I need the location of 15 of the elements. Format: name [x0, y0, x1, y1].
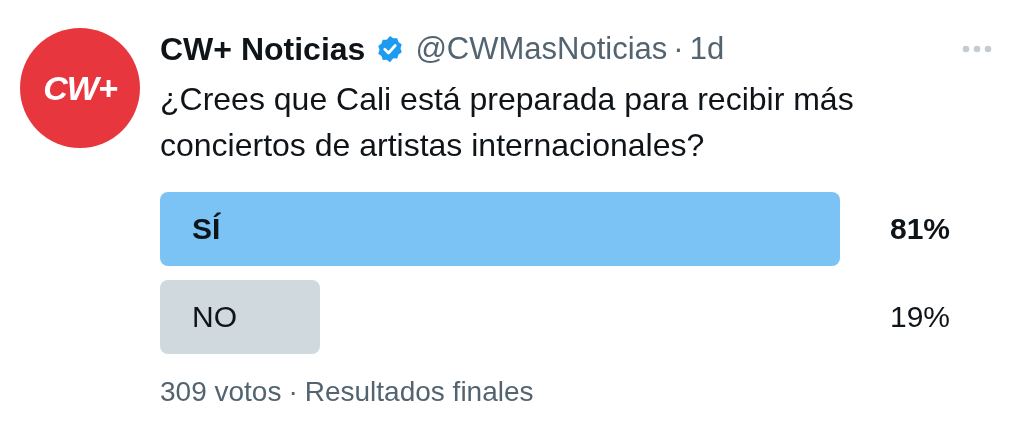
poll-option-label: NO [192, 300, 237, 334]
separator-dot: · [288, 376, 298, 408]
author-handle[interactable]: @CWMasNoticias [415, 31, 668, 67]
separator-dot: · [673, 31, 684, 67]
avatar[interactable]: CW+ [20, 28, 140, 148]
poll-status: Resultados finales [304, 376, 534, 408]
vote-count: 309 votos [160, 376, 282, 408]
poll-percentage: 19% [890, 300, 951, 334]
author-name[interactable]: CW+ Noticias [160, 30, 366, 68]
post-time[interactable]: 1d [689, 31, 725, 67]
more-options-icon[interactable] [962, 45, 992, 53]
poll-option-label: SÍ [192, 212, 221, 246]
post-text: ¿Crees que Cali está preparada para recibir más conciertos de artistas internacionales? [160, 80, 855, 165]
avatar-logo: CW+ [43, 68, 117, 108]
poll-percentage: 81% [890, 212, 951, 246]
